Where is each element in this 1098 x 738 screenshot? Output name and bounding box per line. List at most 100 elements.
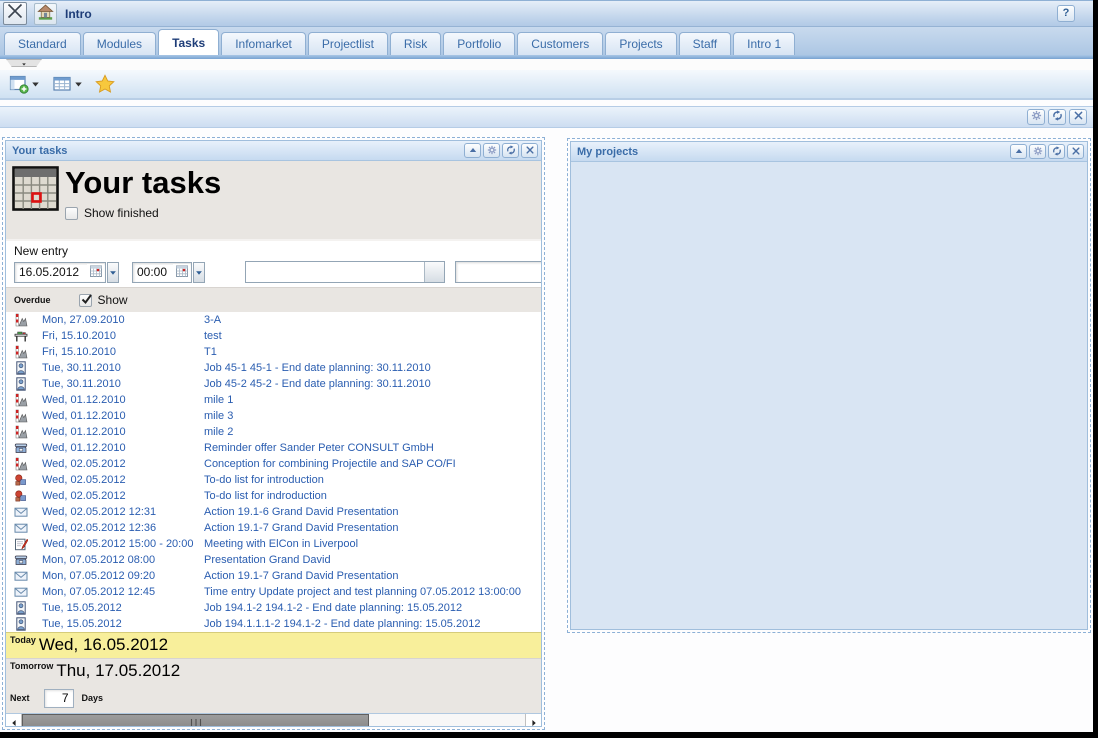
task-row[interactable]: Tue, 30.11.2010 Job 45-1 45-1 - End date… — [6, 360, 541, 376]
collapse-handle[interactable] — [6, 59, 42, 67]
tab[interactable]: Infomarket — [221, 32, 306, 55]
window-close-button[interactable] — [3, 2, 27, 25]
scrollbar-track[interactable] — [22, 714, 525, 727]
task-row[interactable]: Wed, 02.05.2012 12:36 Action 19.1-7 Gran… — [6, 520, 541, 536]
my-projects-panel-header[interactable]: My projects — [571, 142, 1087, 162]
task-date-link[interactable]: Wed, 01.12.2010 — [42, 394, 204, 406]
chevron-down-icon[interactable] — [74, 80, 83, 89]
task-link[interactable]: mile 3 — [204, 410, 233, 422]
next-days-input[interactable] — [44, 689, 74, 708]
task-row[interactable]: Mon, 07.05.2012 08:00 Presentation Grand… — [6, 552, 541, 568]
overdue-show-checkbox[interactable] — [79, 294, 92, 307]
workspace-close-button[interactable] — [1069, 109, 1087, 125]
date-dropdown-button[interactable] — [107, 262, 119, 283]
task-link[interactable]: Job 194.1.1.1-2 194.1-2 - End date plann… — [204, 618, 480, 630]
panel-collapse-button[interactable] — [1010, 144, 1027, 159]
tab[interactable]: Standard — [4, 32, 81, 55]
task-link[interactable]: 3-A — [204, 314, 221, 326]
task-date-link[interactable]: Fri, 15.10.2010 — [42, 346, 204, 358]
home-button[interactable] — [34, 3, 57, 25]
chevron-down-icon[interactable] — [31, 80, 40, 89]
tab[interactable]: Projectlist — [308, 32, 388, 55]
panel-close-button[interactable] — [1067, 144, 1084, 159]
task-row[interactable]: Fri, 15.10.2010 test — [6, 328, 541, 344]
task-row[interactable]: Wed, 01.12.2010 mile 1 — [6, 392, 541, 408]
task-row[interactable]: Tue, 15.05.2012 Job 194.1.1.1-2 194.1-2 … — [6, 616, 541, 632]
select-dropdown-button[interactable] — [424, 262, 444, 282]
task-date-link[interactable]: Fri, 15.10.2010 — [42, 330, 204, 342]
tab[interactable]: Projects — [605, 32, 676, 55]
task-link[interactable]: Conception for combining Projectile and … — [204, 458, 456, 470]
task-date-link[interactable]: Mon, 27.09.2010 — [42, 314, 204, 326]
task-date-link[interactable]: Tue, 15.05.2012 — [42, 618, 204, 630]
workspace-settings-button[interactable] — [1027, 109, 1045, 125]
tab[interactable]: Customers — [517, 32, 603, 55]
task-row[interactable]: Wed, 01.12.2010 mile 3 — [6, 408, 541, 424]
task-link[interactable]: test — [204, 330, 222, 342]
task-row[interactable]: Wed, 02.05.2012 Conception for combining… — [6, 456, 541, 472]
task-link[interactable]: Job 45-2 45-2 - End date planning: 30.11… — [204, 378, 431, 390]
task-date-link[interactable]: Tue, 30.11.2010 — [42, 378, 204, 390]
task-link[interactable]: mile 1 — [204, 394, 233, 406]
task-link[interactable]: Job 45-1 45-1 - End date planning: 30.11… — [204, 362, 431, 374]
help-button[interactable]: ? — [1057, 5, 1075, 22]
task-date-link[interactable]: Wed, 02.05.2012 — [42, 490, 204, 502]
date-input[interactable] — [19, 265, 87, 279]
task-row[interactable]: Wed, 01.12.2010 Reminder offer Sander Pe… — [6, 440, 541, 456]
task-date-link[interactable]: Wed, 01.12.2010 — [42, 410, 204, 422]
task-date-link[interactable]: Wed, 02.05.2012 — [42, 474, 204, 486]
task-row[interactable]: Wed, 02.05.2012 To-do list for introduct… — [6, 472, 541, 488]
task-link[interactable]: To-do list for introduction — [204, 474, 324, 486]
task-link[interactable]: Presentation Grand David — [204, 554, 331, 566]
panel-settings-button[interactable] — [1029, 144, 1046, 159]
task-row[interactable]: Mon, 07.05.2012 12:45 Time entry Update … — [6, 584, 541, 600]
panel-collapse-button[interactable] — [464, 143, 481, 158]
tab[interactable]: Portfolio — [443, 32, 515, 55]
your-tasks-panel-header[interactable]: Your tasks — [6, 141, 541, 161]
task-row[interactable]: Wed, 02.05.2012 15:00 - 20:00 Meeting wi… — [6, 536, 541, 552]
task-link[interactable]: Action 19.1-7 Grand David Presentation — [204, 522, 398, 534]
tab[interactable]: Staff — [679, 32, 731, 55]
time-dropdown-button[interactable] — [193, 262, 205, 283]
task-date-link[interactable]: Wed, 02.05.2012 12:36 — [42, 522, 204, 534]
task-link[interactable]: Reminder offer Sander Peter CONSULT GmbH — [204, 442, 434, 454]
task-date-link[interactable]: Tue, 30.11.2010 — [42, 362, 204, 374]
task-row[interactable]: Tue, 15.05.2012 Job 194.1-2 194.1-2 - En… — [6, 600, 541, 616]
description-input[interactable] — [455, 261, 542, 283]
show-finished-checkbox[interactable] — [65, 207, 78, 220]
workspace-refresh-button[interactable] — [1048, 109, 1066, 125]
task-link[interactable]: T1 — [204, 346, 217, 358]
task-link[interactable]: Job 194.1-2 194.1-2 - End date planning:… — [204, 602, 462, 614]
toolbar-button[interactable] — [6, 72, 43, 96]
task-date-link[interactable]: Mon, 07.05.2012 09:20 — [42, 570, 204, 582]
task-link[interactable]: mile 2 — [204, 426, 233, 438]
task-link[interactable]: Time entry Update project and test plann… — [204, 586, 521, 598]
task-link[interactable]: Action 19.1-6 Grand David Presentation — [204, 506, 398, 518]
scroll-right-button[interactable] — [525, 714, 541, 727]
task-row[interactable]: Wed, 02.05.2012 12:31 Action 19.1-6 Gran… — [6, 504, 541, 520]
tab[interactable]: Modules — [83, 32, 156, 55]
panel-settings-button[interactable] — [483, 143, 500, 158]
task-link[interactable]: To-do list for indroduction — [204, 490, 327, 502]
toolbar-button[interactable] — [92, 72, 118, 96]
task-row[interactable]: Wed, 01.12.2010 mile 2 — [6, 424, 541, 440]
task-date-link[interactable]: Wed, 01.12.2010 — [42, 426, 204, 438]
panel-refresh-button[interactable] — [502, 143, 519, 158]
tab[interactable]: Tasks — [158, 29, 219, 55]
task-row[interactable]: Tue, 30.11.2010 Job 45-2 45-2 - End date… — [6, 376, 541, 392]
task-link[interactable]: Action 19.1-7 Grand David Presentation — [204, 570, 398, 582]
task-row[interactable]: Mon, 27.09.2010 3-A — [6, 312, 541, 328]
task-type-select[interactable] — [245, 261, 445, 283]
task-row[interactable]: Mon, 07.05.2012 09:20 Action 19.1-7 Gran… — [6, 568, 541, 584]
task-date-link[interactable]: Tue, 15.05.2012 — [42, 602, 204, 614]
task-link[interactable]: Meeting with ElCon in Liverpool — [204, 538, 358, 550]
time-picker-button[interactable] — [173, 264, 190, 281]
task-row[interactable]: Fri, 15.10.2010 T1 — [6, 344, 541, 360]
toolbar-button[interactable] — [49, 72, 86, 96]
task-date-link[interactable]: Wed, 02.05.2012 — [42, 458, 204, 470]
tab[interactable]: Intro 1 — [733, 32, 795, 55]
task-date-link[interactable]: Mon, 07.05.2012 12:45 — [42, 586, 204, 598]
task-row[interactable]: Wed, 02.05.2012 To-do list for indroduct… — [6, 488, 541, 504]
date-picker-button[interactable] — [87, 264, 104, 281]
task-date-link[interactable]: Wed, 02.05.2012 15:00 - 20:00 — [42, 538, 204, 550]
